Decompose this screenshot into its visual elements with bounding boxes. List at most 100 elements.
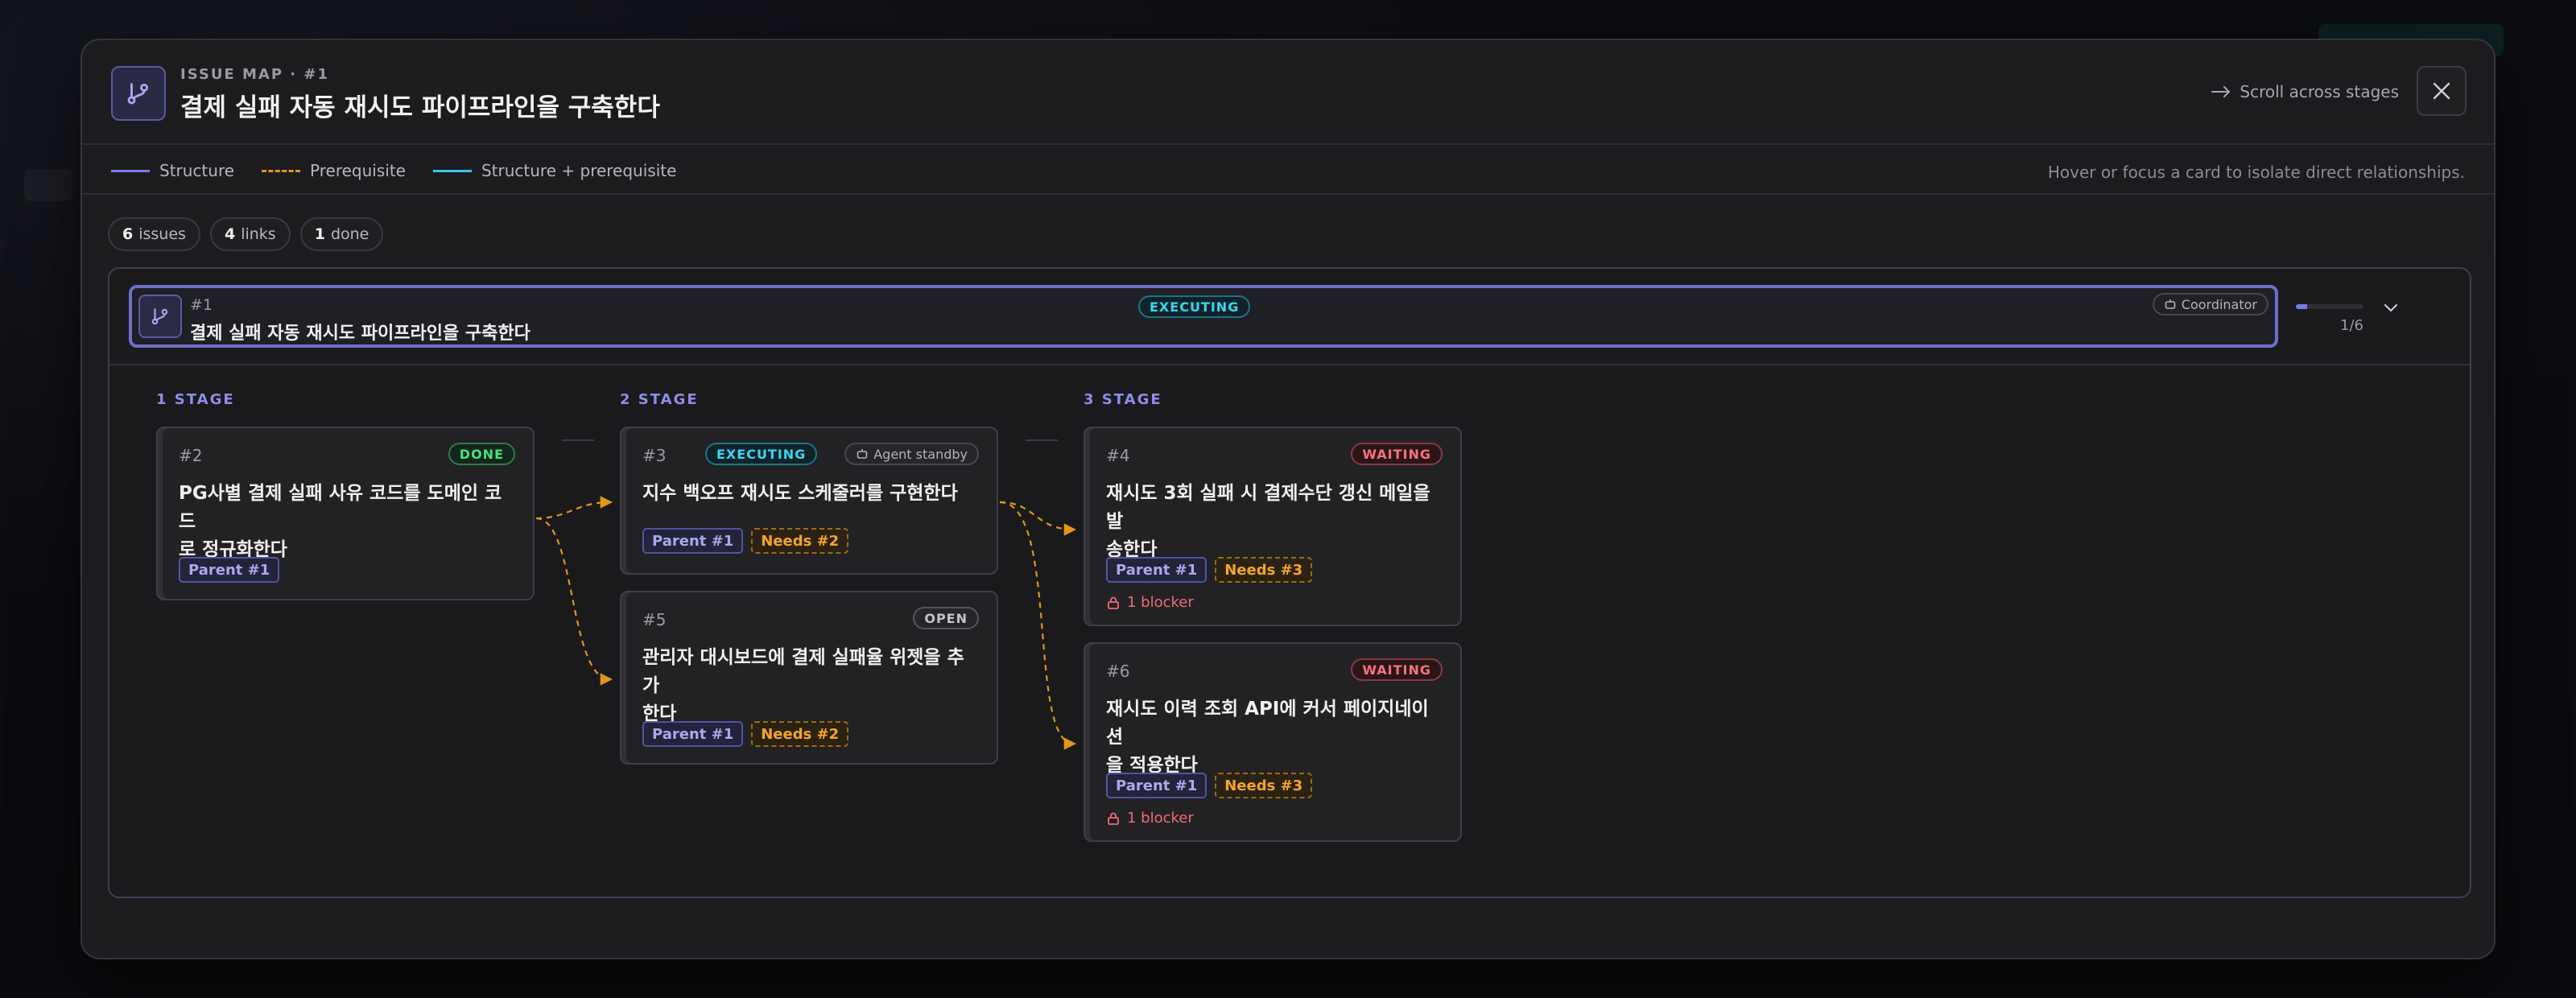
card-number: #5: [642, 610, 667, 629]
parent-tag[interactable]: Parent #1: [1106, 557, 1208, 583]
robot-icon: [2165, 299, 2176, 309]
issues-count-chip: 6 issues: [108, 217, 200, 251]
lock-icon: [1108, 812, 1119, 825]
issues-label: issues: [138, 225, 186, 243]
close-icon: [2433, 82, 2450, 100]
status-badge: WAITING: [1351, 658, 1443, 681]
branch-icon: [111, 66, 166, 121]
done-label: done: [330, 225, 369, 243]
legend-structure: Structure: [111, 161, 234, 180]
blocker-label: 1 blocker: [1127, 594, 1194, 611]
status-badge: OPEN: [913, 607, 979, 629]
background-sidebar-item: [24, 169, 72, 201]
root-issue-title: 결제 실패 자동 재시도 파이프라인을 구축한다: [190, 324, 530, 344]
card-number: #2: [179, 446, 203, 465]
card-title-line: 관리자 대시보드에 결제 실패율 위젯을 추가: [642, 647, 964, 696]
agent-pill: Agent standby: [844, 443, 979, 465]
prerequisite-line-swatch: [262, 169, 301, 172]
modal-kicker: ISSUE MAP · #1: [180, 66, 330, 83]
card-title: 재시도 이력 조회 API에 커서 페이지네이션 을 적용한다: [1106, 695, 1444, 780]
structure-line-swatch: [111, 169, 150, 172]
legend-hint: Hover or focus a card to isolate direct …: [2047, 163, 2465, 182]
parent-tag[interactable]: Parent #1: [179, 557, 280, 583]
issue-card-6[interactable]: #6 WAITING 재시도 이력 조회 API에 커서 페이지네이션 을 적용…: [1084, 642, 1462, 842]
issue-card-3[interactable]: #3 EXECUTING Agent standby 지수 백오프 재시도 스케…: [620, 427, 998, 575]
parent-tag[interactable]: Parent #1: [1106, 773, 1208, 798]
card-title-line: 재시도 이력 조회 API에 커서 페이지네이션: [1106, 699, 1429, 748]
done-count-chip: 1 done: [299, 217, 384, 251]
card-title: 재시도 3회 실패 시 결제수단 갱신 메일을 발 송한다: [1106, 480, 1444, 564]
branch-icon: [138, 295, 182, 338]
card-title-line: PG사별 결제 실패 사유 코드를 도메인 코드: [179, 483, 502, 532]
stage-label-1: 1 STAGE: [156, 391, 235, 408]
chevron-down-icon: [2384, 303, 2398, 312]
status-badge: DONE: [448, 443, 515, 465]
needs-tag[interactable]: Needs #2: [751, 528, 849, 554]
close-button[interactable]: [2417, 66, 2467, 116]
card-title: 관리자 대시보드에 결제 실패율 위젯을 추가 한다: [642, 644, 980, 728]
needs-tag[interactable]: Needs #2: [751, 721, 849, 747]
lock-icon: [1108, 596, 1119, 609]
scroll-hint: Scroll across stages: [2211, 82, 2399, 101]
modal-header: ISSUE MAP · #1 결제 실패 자동 재시도 파이프라인을 구축한다 …: [82, 40, 2494, 145]
card-number: #3: [642, 446, 667, 465]
issues-count: 6: [122, 225, 134, 243]
link-2-to-3: [535, 496, 613, 520]
links-count: 4: [224, 225, 236, 243]
stage-label-3: 3 STAGE: [1084, 391, 1162, 408]
card-title: PG사별 결제 실패 사유 코드를 도메인 코드 로 정규화한다: [179, 480, 517, 564]
blocker-indicator: 1 blocker: [1106, 594, 1194, 611]
parent-tag[interactable]: Parent #1: [642, 528, 744, 554]
legend: Structure Prerequisite Structure + prere…: [111, 161, 676, 180]
link-3-to-4: [999, 501, 1077, 536]
needs-tag[interactable]: Needs #3: [1215, 773, 1313, 798]
legend-prerequisite-label: Prerequisite: [310, 161, 406, 180]
arrow-right-icon: [2211, 86, 2231, 97]
issue-card-5[interactable]: #5 OPEN 관리자 대시보드에 결제 실패율 위젯을 추가 한다 Paren…: [620, 591, 998, 765]
issue-card-4[interactable]: #4 WAITING 재시도 3회 실패 시 결제수단 갱신 메일을 발 송한다…: [1084, 427, 1462, 626]
progress-label: 1/6: [2340, 317, 2363, 334]
modal-title: 결제 실패 자동 재시도 파이프라인을 구축한다: [180, 93, 660, 122]
progress-track: [2296, 304, 2363, 309]
legend-structure-label: Structure: [159, 161, 235, 180]
links-count-chip: 4 links: [209, 217, 291, 251]
done-count: 1: [314, 225, 325, 243]
card-title-line: 재시도 3회 실패 시 결제수단 갱신 메일을 발: [1106, 483, 1430, 532]
robot-icon: [857, 449, 868, 459]
root-issue-number: #1: [190, 296, 213, 314]
legend-both: Structure + prerequisite: [432, 161, 677, 180]
progress-indicator: 1/6: [2296, 304, 2363, 334]
link-2-to-5: [535, 517, 613, 686]
coordinator-label: Coordinator: [2181, 296, 2257, 312]
status-badge: WAITING: [1351, 443, 1443, 465]
card-number: #6: [1106, 662, 1130, 681]
blocker-label: 1 blocker: [1127, 810, 1194, 827]
card-title: 지수 백오프 재시도 스케줄러를 구현한다: [642, 480, 980, 508]
issue-map-panel: #1 결제 실패 자동 재시도 파이프라인을 구축한다 EXECUTING Co…: [108, 267, 2471, 898]
agent-label: Agent standby: [873, 446, 968, 462]
both-line-swatch: [432, 169, 472, 172]
blocker-indicator: 1 blocker: [1106, 810, 1194, 827]
issue-card-2[interactable]: #2 DONE PG사별 결제 실패 사유 코드를 도메인 코드 로 정규화한다…: [156, 427, 535, 600]
legend-both-label: Structure + prerequisite: [481, 161, 677, 180]
parent-tag[interactable]: Parent #1: [642, 721, 744, 747]
root-issue-row: #1 결제 실패 자동 재시도 파이프라인을 구축한다 EXECUTING Co…: [109, 269, 2470, 365]
card-title-line: 지수 백오프 재시도 스케줄러를 구현한다: [642, 483, 958, 504]
card-number: #4: [1106, 446, 1130, 465]
coordinator-pill: Coordinator: [2152, 293, 2268, 315]
stage-divider: [562, 439, 594, 441]
collapse-toggle[interactable]: [2381, 298, 2401, 320]
status-badge: EXECUTING: [705, 443, 818, 465]
stats-chips: 6 issues 4 links 1 done: [108, 217, 384, 251]
needs-tag[interactable]: Needs #3: [1215, 557, 1313, 583]
stage-divider: [1026, 439, 1058, 441]
root-issue-card[interactable]: #1 결제 실패 자동 재시도 파이프라인을 구축한다 EXECUTING Co…: [129, 285, 2278, 348]
legend-bar: Structure Prerequisite Structure + prere…: [82, 146, 2494, 195]
scroll-hint-text: Scroll across stages: [2240, 82, 2399, 101]
link-3-to-6: [999, 501, 1077, 750]
legend-prerequisite: Prerequisite: [262, 161, 406, 180]
progress-fill: [2296, 304, 2308, 309]
issue-map-modal: ISSUE MAP · #1 결제 실패 자동 재시도 파이프라인을 구축한다 …: [80, 39, 2496, 959]
stage-label-2: 2 STAGE: [620, 391, 699, 408]
status-badge: EXECUTING: [1138, 295, 1251, 318]
